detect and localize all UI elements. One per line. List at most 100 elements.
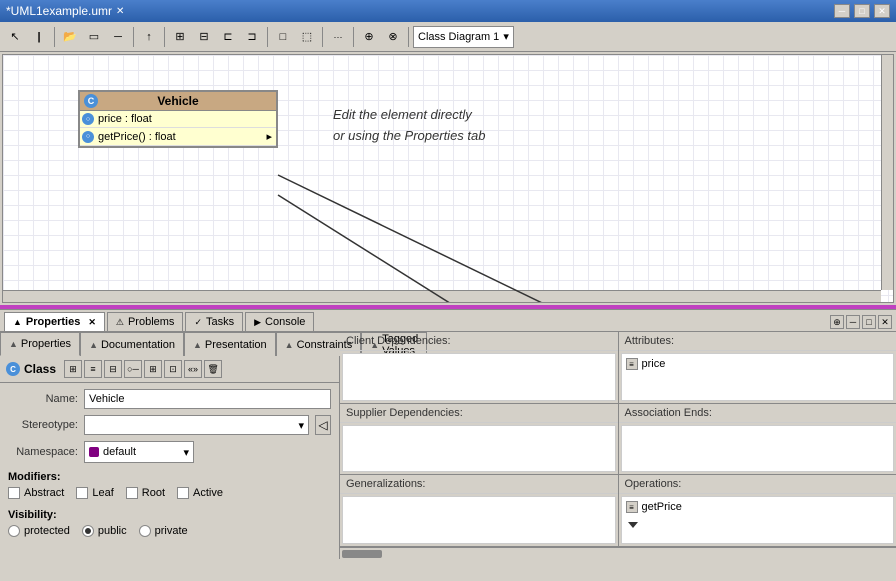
props-tab-presentation[interactable]: ▲ Presentation <box>184 332 276 356</box>
attribute-price-entry[interactable]: ≡ price <box>624 356 892 372</box>
canvas-hscroll[interactable] <box>3 290 881 302</box>
name-input[interactable] <box>84 389 331 409</box>
toolbar-pointer-button[interactable]: | <box>28 26 50 48</box>
properties-panel: ▲ Properties ▲ Documentation ▲ Presentat… <box>0 332 896 559</box>
hscroll-thumb[interactable] <box>342 550 382 558</box>
toolbar-separator-5 <box>322 27 323 47</box>
minimize-button[interactable]: ─ <box>834 4 850 18</box>
toolbar-zoom-button[interactable]: ⊗ <box>382 26 404 48</box>
tab-problems[interactable]: ⚠ Problems <box>107 312 184 331</box>
private-radio[interactable] <box>139 525 151 537</box>
modifier-active: Active <box>177 487 223 499</box>
class-tool-link[interactable]: ○─ <box>124 360 142 378</box>
generalizations-content[interactable] <box>342 496 616 544</box>
client-deps-label: Client Dependencies: <box>340 332 618 351</box>
tab-properties[interactable]: ▲ Properties ✕ <box>4 312 105 331</box>
class-header-row: C Class ⊞ ≡ ⊟ ○─ ⊞ ⊡ «» 🗑 <box>0 356 339 383</box>
protected-radio[interactable] <box>8 525 20 537</box>
diagram-dropdown[interactable]: Class Diagram 1 ▾ <box>413 26 514 48</box>
title-text: *UML1example.umr <box>6 4 112 18</box>
public-label: public <box>98 525 127 537</box>
uml-class-box[interactable]: C Vehicle ○ price : float ○ getPrice() :… <box>78 90 278 148</box>
toolbar-box2-button[interactable]: ⬚ <box>296 26 318 48</box>
canvas-vscroll[interactable] <box>881 55 893 290</box>
operations-content[interactable]: ≡ getPrice <box>621 496 895 544</box>
close-button[interactable]: ✕ <box>874 4 890 18</box>
props-tab-documentation[interactable]: ▲ Documentation <box>80 332 184 356</box>
toolbar-open-button[interactable]: 📂 <box>59 26 81 48</box>
attribute-row-price[interactable]: ○ price : float <box>80 111 276 128</box>
expand-icon: ▸ <box>266 130 272 143</box>
close-tab-icon[interactable]: ✕ <box>116 6 124 17</box>
toolbar-rect-button[interactable]: ▭ <box>83 26 105 48</box>
bottom-panel: ▲ Properties ✕ ⚠ Problems ✓ Tasks ▶ Cons… <box>0 309 896 559</box>
diagram-dropdown-label: Class Diagram 1 <box>418 31 499 43</box>
tab-tasks[interactable]: ✓ Tasks <box>185 312 243 331</box>
class-type-icon: C <box>84 94 98 108</box>
toolbar-table2-button[interactable]: ⊟ <box>193 26 215 48</box>
attributes-content[interactable]: ≡ price <box>621 353 895 401</box>
props-tab-pres-label: Presentation <box>205 339 267 351</box>
class-type-badge: C <box>6 362 20 376</box>
class-tool-grid[interactable]: ⊟ <box>104 360 122 378</box>
toolbar-box-button[interactable]: □ <box>272 26 294 48</box>
name-label: Name: <box>8 393 78 405</box>
visibility-section: Visibility: protected public private <box>0 507 339 539</box>
class-tool-t3[interactable]: ⊡ <box>164 360 182 378</box>
tab-console-icon: ▶ <box>254 317 261 328</box>
abstract-label: Abstract <box>24 487 64 499</box>
root-checkbox[interactable] <box>126 487 138 499</box>
toolbar-connect-button[interactable]: ⊕ <box>358 26 380 48</box>
bottom-hscroll[interactable] <box>340 547 896 559</box>
class-name: Vehicle <box>157 94 198 108</box>
minimize-panel-button[interactable]: ─ <box>846 315 860 329</box>
visibility-public[interactable]: public <box>82 525 127 537</box>
class-tool-table[interactable]: ⊞ <box>64 360 82 378</box>
toolbar-align-left-button[interactable]: ⊏ <box>217 26 239 48</box>
namespace-select[interactable]: default ▾ <box>84 441 194 463</box>
class-tool-delete[interactable]: 🗑 <box>204 360 222 378</box>
modifier-leaf: Leaf <box>76 487 113 499</box>
toolbar-table-button[interactable]: ⊞ <box>169 26 191 48</box>
client-deps-content[interactable] <box>342 353 616 401</box>
leaf-checkbox[interactable] <box>76 487 88 499</box>
stereotype-select[interactable]: ▾ <box>84 415 309 435</box>
close-panel-button[interactable]: ✕ <box>878 315 892 329</box>
maximize-panel-button[interactable]: □ <box>862 315 876 329</box>
triangle-down-icon <box>628 522 638 528</box>
class-tool-t2[interactable]: ⊞ <box>144 360 162 378</box>
namespace-arrow-icon: ▾ <box>183 446 189 459</box>
abstract-checkbox[interactable] <box>8 487 20 499</box>
canvas-area[interactable]: Edit the element directly or using the P… <box>2 54 894 303</box>
visibility-protected[interactable]: protected <box>8 525 70 537</box>
toolbar-separator-2 <box>133 27 134 47</box>
price-entry-icon: ≡ <box>626 358 638 370</box>
public-radio[interactable] <box>82 525 94 537</box>
toolbar-select-button[interactable]: ↖ <box>4 26 26 48</box>
toolbar-align-right-button[interactable]: ⊐ <box>241 26 263 48</box>
visibility-private[interactable]: private <box>139 525 188 537</box>
operations-section: Operations: ≡ getPrice <box>619 475 896 546</box>
operation-row-getprice[interactable]: ○ getPrice() : float ▸ <box>80 128 276 146</box>
props-tab-properties[interactable]: ▲ Properties <box>0 332 80 356</box>
price-entry-label: price <box>642 358 666 370</box>
toolbar-arrow-up-button[interactable]: ↑ <box>138 26 160 48</box>
tab-close-icon[interactable]: ✕ <box>88 317 96 328</box>
stereotype-expand-icon[interactable]: ◁ <box>315 415 331 435</box>
supplier-deps-content[interactable] <box>342 425 616 473</box>
title-bar-title: *UML1example.umr ✕ <box>6 4 124 18</box>
maximize-button[interactable]: □ <box>854 4 870 18</box>
association-ends-content[interactable] <box>621 425 895 473</box>
operation-getprice-entry[interactable]: ≡ getPrice <box>624 499 892 515</box>
tab-console[interactable]: ▶ Console <box>245 312 314 331</box>
toolbar-ellipsis-button[interactable]: ··· <box>327 26 349 48</box>
new-view-button[interactable]: ⊕ <box>830 315 844 329</box>
modifiers-section: Modifiers: Abstract Leaf Root <box>0 469 339 501</box>
attributes-section: Attributes: ≡ price <box>619 332 896 403</box>
active-checkbox[interactable] <box>177 487 189 499</box>
class-toolbar: ⊞ ≡ ⊟ ○─ ⊞ ⊡ «» 🗑 <box>64 360 222 378</box>
toolbar-line-button[interactable]: ─ <box>107 26 129 48</box>
class-tool-list[interactable]: ≡ <box>84 360 102 378</box>
class-tool-connect[interactable]: «» <box>184 360 202 378</box>
supplier-deps-label: Supplier Dependencies: <box>340 404 618 423</box>
